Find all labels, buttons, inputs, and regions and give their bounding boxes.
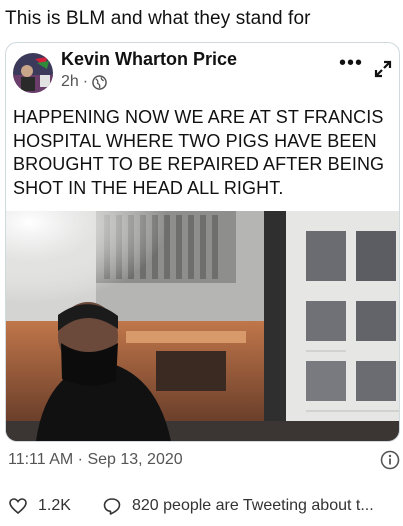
timestamp-row: 11:11 AM · Sep 13, 2020 <box>8 450 401 472</box>
post-text: HAPPENING NOW WE ARE AT ST FRANCIS HOSPI… <box>13 107 385 198</box>
more-icon[interactable]: ••• <box>339 53 363 73</box>
time-ago[interactable]: 2h <box>61 73 79 91</box>
embedded-post-card[interactable]: Kevin Wharton Price 2h · ••• HAPPENING N… <box>5 42 400 442</box>
expand-icon[interactable] <box>373 59 393 79</box>
post-video[interactable] <box>6 211 399 441</box>
reply-button[interactable]: 820 people are Tweeting about t... <box>102 496 374 516</box>
like-count: 1.2K <box>38 497 71 514</box>
reply-icon <box>102 496 122 516</box>
avatar[interactable] <box>13 53 53 93</box>
post-timestamp[interactable]: 11:11 AM · Sep 13, 2020 <box>8 451 183 469</box>
action-bar: 1.2K 820 people are Tweeting about t... <box>8 496 401 518</box>
caption: This is BLM and what they stand for <box>5 8 311 29</box>
heart-icon <box>8 496 28 516</box>
author-name[interactable]: Kevin Wharton Price <box>61 49 237 70</box>
like-button[interactable]: 1.2K <box>8 496 71 516</box>
reply-text: 820 people are Tweeting about t... <box>132 497 374 514</box>
meta-separator: · <box>82 73 89 90</box>
globe-icon <box>92 74 107 90</box>
post-meta: 2h · <box>61 73 107 91</box>
info-icon[interactable] <box>380 450 400 470</box>
